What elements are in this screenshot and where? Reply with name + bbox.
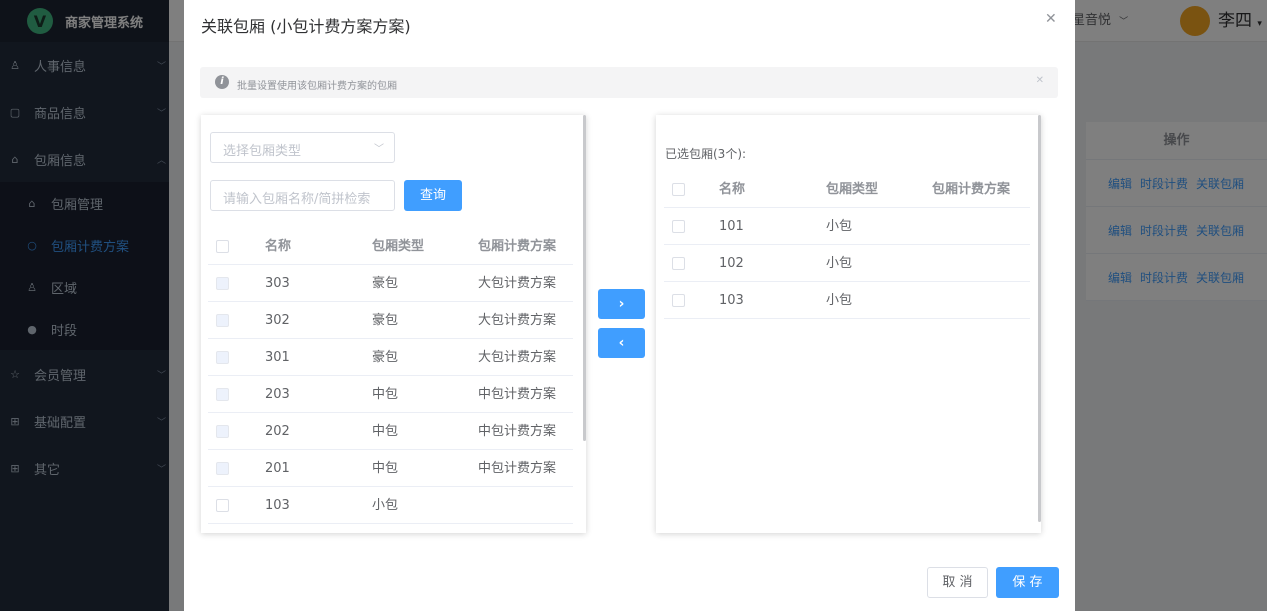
column-header-plan: 包厢计费方案 — [932, 182, 1011, 197]
table-row[interactable]: 102 小包 — [664, 245, 1030, 282]
available-rooms-panel: 选择包厢类型 ﹀ 请输入包厢名称/简拼检索 查询 名称 包厢类型 包厢计费方案 … — [201, 115, 586, 533]
table-row[interactable]: 301 豪包 大包计费方案 — [208, 339, 573, 376]
row-checkbox — [216, 314, 229, 327]
dialog-title: 关联包厢 (小包计费方案方案) — [201, 17, 411, 36]
input-placeholder: 请输入包厢名称/简拼检索 — [223, 192, 371, 207]
selected-rooms-panel: 已选包厢(3个): 名称 包厢类型 包厢计费方案 101 小包 102 小包 1… — [656, 115, 1041, 533]
room-name: 203 — [265, 387, 290, 402]
column-header-name: 名称 — [265, 239, 292, 254]
room-type: 豪包 — [372, 350, 399, 365]
room-name: 103 — [265, 498, 290, 513]
room-type: 小包 — [826, 256, 853, 271]
selected-rooms-table: 名称 包厢类型 包厢计费方案 101 小包 102 小包 103 小包 — [664, 171, 1030, 319]
room-name: 102 — [719, 256, 744, 271]
chevron-left-icon: ‹ — [618, 335, 625, 351]
scrollbar[interactable] — [1038, 115, 1041, 522]
table-row[interactable]: 201 中包 中包计费方案 — [208, 450, 573, 487]
info-icon: i — [215, 75, 229, 89]
table-row[interactable]: 303 豪包 大包计费方案 — [208, 265, 573, 302]
table-header: 名称 包厢类型 包厢计费方案 — [664, 171, 1030, 208]
row-checkbox — [216, 277, 229, 290]
row-checkbox[interactable] — [672, 257, 685, 270]
table-row[interactable]: 103 小包 — [208, 487, 573, 524]
room-type: 小包 — [826, 219, 853, 234]
room-type: 小包 — [372, 498, 399, 513]
move-right-button[interactable]: › — [598, 289, 645, 319]
query-button[interactable]: 查询 — [404, 180, 462, 211]
cancel-button[interactable]: 取 消 — [927, 567, 988, 598]
room-name: 101 — [719, 219, 744, 234]
save-button[interactable]: 保 存 — [996, 567, 1059, 598]
row-checkbox — [216, 425, 229, 438]
chevron-down-icon: ﹀ — [374, 144, 384, 155]
room-type: 小包 — [826, 293, 853, 308]
available-rooms-table: 名称 包厢类型 包厢计费方案 303 豪包 大包计费方案 302 豪包 大包计费… — [208, 228, 573, 524]
row-checkbox[interactable] — [672, 294, 685, 307]
row-checkbox — [216, 388, 229, 401]
room-name: 301 — [265, 350, 290, 365]
table-row[interactable]: 203 中包 中包计费方案 — [208, 376, 573, 413]
room-type-select[interactable]: 选择包厢类型 ﹀ — [210, 132, 395, 163]
select-placeholder: 选择包厢类型 — [223, 144, 302, 159]
room-type: 中包 — [372, 387, 399, 402]
close-icon[interactable]: ✕ — [1045, 11, 1057, 27]
column-header-type: 包厢类型 — [826, 182, 879, 197]
room-search-input[interactable]: 请输入包厢名称/简拼检索 — [210, 180, 395, 211]
room-plan: 中包计费方案 — [478, 387, 557, 402]
room-name: 201 — [265, 461, 290, 476]
room-type: 豪包 — [372, 276, 399, 291]
link-rooms-dialog: 关联包厢 (小包计费方案方案) ✕ i 批量设置使用该包厢计费方案的包厢 ✕ 选… — [184, 0, 1075, 611]
room-name: 303 — [265, 276, 290, 291]
chevron-right-icon: › — [618, 296, 625, 312]
room-plan: 大包计费方案 — [478, 276, 557, 291]
room-plan: 中包计费方案 — [478, 461, 557, 476]
row-checkbox[interactable] — [672, 220, 685, 233]
info-alert: i 批量设置使用该包厢计费方案的包厢 ✕ — [200, 67, 1058, 98]
move-left-button[interactable]: ‹ — [598, 328, 645, 358]
room-type: 中包 — [372, 461, 399, 476]
column-header-type: 包厢类型 — [372, 239, 425, 254]
room-name: 302 — [265, 313, 290, 328]
table-row[interactable]: 302 豪包 大包计费方案 — [208, 302, 573, 339]
row-checkbox — [216, 462, 229, 475]
row-checkbox — [216, 351, 229, 364]
column-header-plan: 包厢计费方案 — [478, 239, 557, 254]
column-header-name: 名称 — [719, 182, 746, 197]
select-all-checkbox[interactable] — [672, 183, 685, 196]
table-row[interactable]: 103 小包 — [664, 282, 1030, 319]
select-all-checkbox[interactable] — [216, 240, 229, 253]
room-name: 103 — [719, 293, 744, 308]
scrollbar[interactable] — [583, 115, 586, 441]
close-icon[interactable]: ✕ — [1036, 75, 1044, 86]
room-plan: 大包计费方案 — [478, 350, 557, 365]
selected-count-label: 已选包厢(3个): — [665, 147, 747, 161]
table-row[interactable]: 101 小包 — [664, 208, 1030, 245]
room-type: 豪包 — [372, 313, 399, 328]
room-plan: 中包计费方案 — [478, 424, 557, 439]
alert-text: 批量设置使用该包厢计费方案的包厢 — [237, 81, 397, 92]
room-name: 202 — [265, 424, 290, 439]
table-row[interactable]: 202 中包 中包计费方案 — [208, 413, 573, 450]
table-header: 名称 包厢类型 包厢计费方案 — [208, 228, 573, 265]
room-plan: 大包计费方案 — [478, 313, 557, 328]
room-type: 中包 — [372, 424, 399, 439]
row-checkbox[interactable] — [216, 499, 229, 512]
